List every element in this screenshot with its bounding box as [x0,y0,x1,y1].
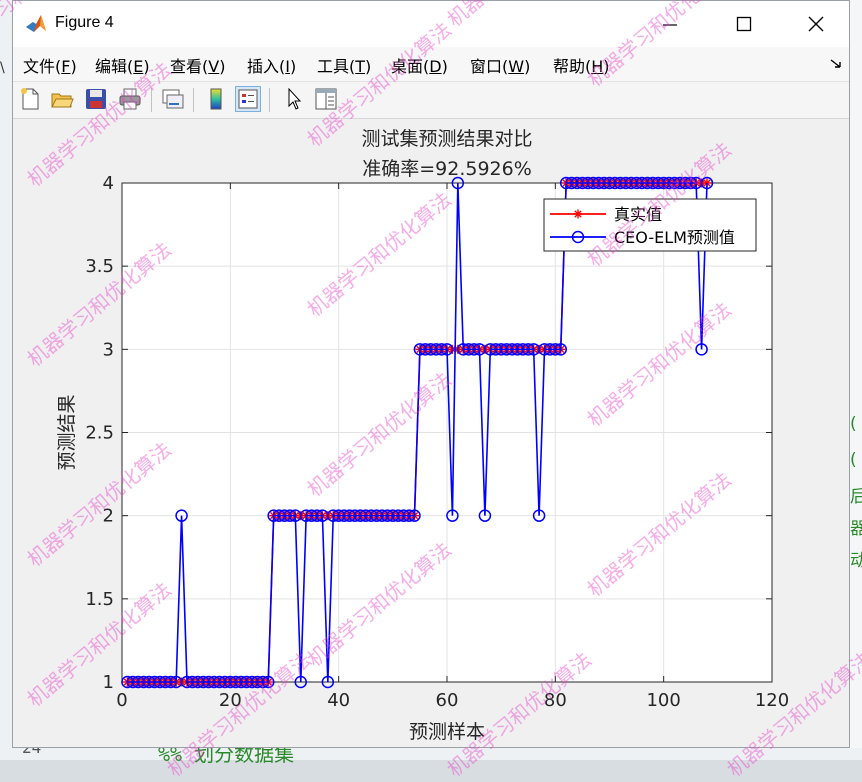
legend-icon [238,89,258,109]
new-figure-icon [21,88,39,110]
background-code-char: ( [850,414,857,434]
window-title: Figure 4 [55,14,114,31]
x-tick-label: 40 [327,690,350,711]
y-axis-label: 预测结果 [56,394,78,470]
legend-true-marker [573,209,583,219]
toolbar-separator [269,88,270,112]
print-button[interactable] [117,86,143,112]
save-button[interactable] [83,86,109,112]
menu-desktop[interactable]: 桌面(D) [391,53,448,77]
menu-window[interactable]: 窗口(W) [470,53,530,77]
y-tick-label: 1 [103,672,114,693]
background-text-fragment: \ [0,60,5,76]
figure-canvas: 0 20 40 60 80 100 120 1 1.5 2 2.5 3 3.5 4 测试集预测结果对比 准确率… [13,119,849,747]
x-axis-label: 预测样本 [409,721,485,743]
y-tick-label: 2 [103,506,114,527]
background-code-char: 后 [850,487,862,507]
title-bar[interactable]: Figure 4 [13,1,849,47]
menu-insert[interactable]: 插入(I) [247,53,296,77]
colorbar-button[interactable] [203,86,229,112]
close-button[interactable] [781,1,851,47]
dock-figure-icon[interactable] [829,57,843,71]
chart-title: 测试集预测结果对比 [361,128,532,150]
x-tick-label: 20 [219,690,242,711]
colorbar-icon [210,88,222,110]
y-tick-label: 4 [103,173,114,194]
background-code-char: 动 [850,551,862,571]
y-tick-label: 3 [103,339,114,360]
figure-window: Figure 4 文件(F) 编辑(E) 查看(V) 插入(I) 工具(T) 桌… [12,0,850,748]
close-icon [808,16,824,32]
toolbar-separator [193,88,194,112]
pointer-button[interactable] [281,86,307,112]
maximize-button[interactable] [709,1,779,47]
matlab-logo-icon [26,15,46,32]
open-file-button[interactable] [49,86,75,112]
pointer-icon [288,87,302,110]
y-tick-label: 2.5 [85,423,114,444]
y-tick-label: 3.5 [85,256,114,277]
menu-view[interactable]: 查看(V) [170,53,225,77]
save-icon [86,89,106,109]
minimize-icon [663,24,677,26]
property-inspector-button[interactable] [313,86,339,112]
menu-bar: 文件(F) 编辑(E) 查看(V) 插入(I) 工具(T) 桌面(D) 窗口(W… [13,47,849,82]
x-tick-label: 0 [116,690,127,711]
menu-edit[interactable]: 编辑(E) [95,53,150,77]
minimize-button[interactable] [635,1,705,47]
legend-button[interactable] [235,86,261,112]
link-plot-icon [162,89,184,109]
y-tick-label: 1.5 [85,589,114,610]
menu-tools[interactable]: 工具(T) [317,53,371,77]
legend-true-label: 真实值 [614,205,662,224]
menu-help[interactable]: 帮助(H) [553,53,610,77]
print-icon [119,88,141,110]
x-tick-label: 100 [646,690,680,711]
x-tick-label: 80 [544,690,567,711]
legend-pred-label: CEO-ELM预测值 [614,228,735,247]
x-tick-label: 120 [755,690,789,711]
background-editor-bottom [0,748,862,760]
menu-file[interactable]: 文件(F) [23,53,77,77]
chart-subtitle: 准确率=92.5926% [362,158,532,180]
background-editor-right [850,0,862,760]
link-plot-button[interactable] [159,86,185,112]
open-file-icon [51,93,74,108]
maximize-icon [736,16,752,32]
background-code-char: ( [850,450,857,470]
chart-svg[interactable]: 0 20 40 60 80 100 120 1 1.5 2 2.5 3 3.5 4 测试集预测结果对比准确率… [13,119,849,747]
toolbar-separator [151,88,152,112]
background-code-char: 器 [850,519,862,539]
new-figure-button[interactable] [17,86,43,112]
x-tick-label: 60 [436,690,459,711]
property-inspector-icon [315,88,337,110]
figure-toolbar [13,82,849,119]
